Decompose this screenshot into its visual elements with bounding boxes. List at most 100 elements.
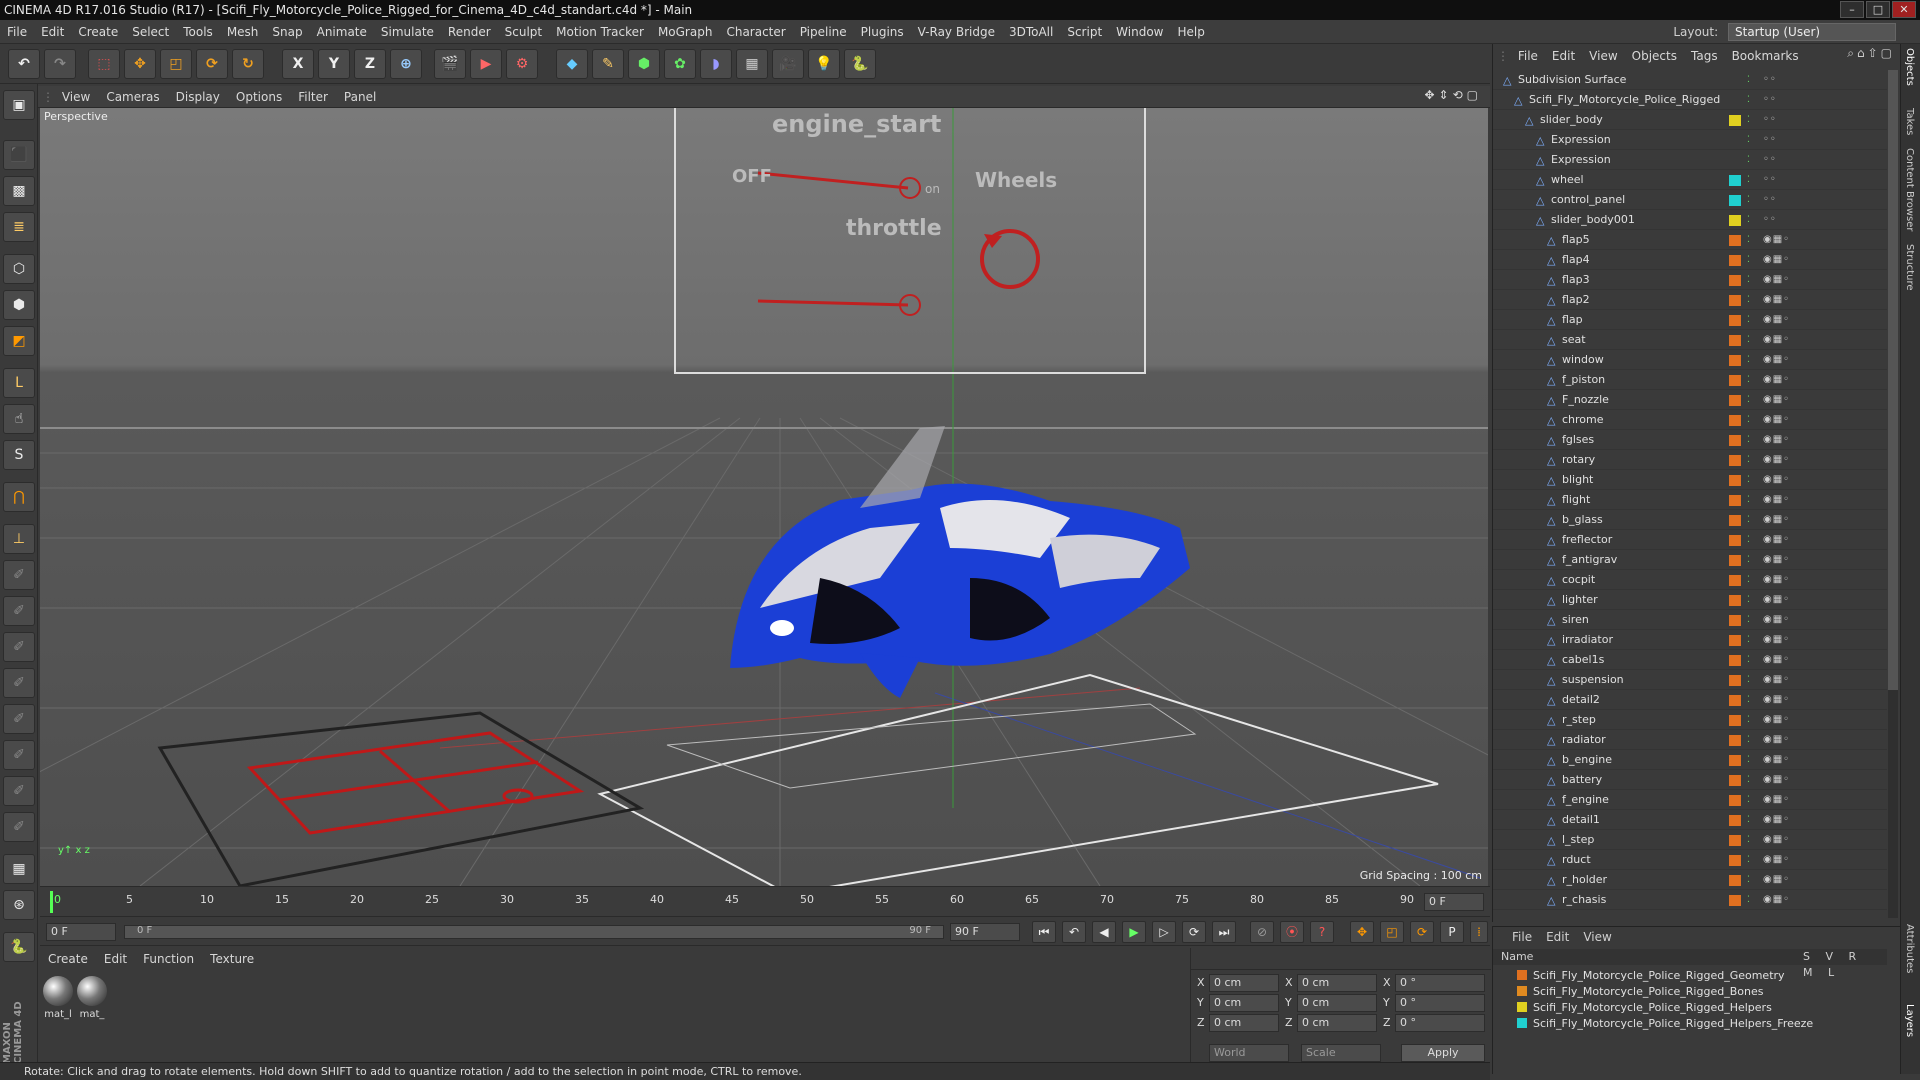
layer-color-swatch[interactable] [1729,375,1741,386]
perspective-viewport[interactable]: engine_start OFF on Wheels throttle Pers… [40,108,1488,886]
pos-z-field[interactable]: 0 cm [1209,1014,1279,1032]
visibility-dots-icon[interactable]: ⁚ [1747,150,1750,170]
scrollbar-thumb[interactable] [1888,70,1898,690]
objects-menu-tags[interactable]: Tags [1684,46,1725,66]
object-row[interactable]: △ Subdivision Surface ⁚ ◦◦ [1493,70,1887,90]
object-row[interactable]: △ F_nozzle ⁚ ◉▦◦ [1493,390,1887,410]
visibility-dots-icon[interactable]: ⁚ [1747,630,1750,650]
visibility-dots-icon[interactable]: ⁚ [1747,310,1750,330]
visibility-dots-icon[interactable]: ⁚ [1747,770,1750,790]
layer-color-swatch[interactable] [1729,315,1741,326]
size-x-field[interactable]: 0 cm [1297,974,1377,992]
motion-path-icon[interactable]: ⊘ [1250,921,1274,943]
tag-icons[interactable]: ◦◦ [1763,153,1853,167]
object-row[interactable]: △ irradiator ⁚ ◉▦◦ [1493,630,1887,650]
viewport-menu-panel[interactable]: Panel [336,86,384,108]
layer-row[interactable]: Scifi_Fly_Motorcycle_Police_Rigged_Bones [1517,985,1877,999]
object-row[interactable]: △ f_antigrav ⁚ ◉▦◦ [1493,550,1887,570]
object-row[interactable]: △ lighter ⁚ ◉▦◦ [1493,590,1887,610]
tag-icons[interactable]: ◉▦◦ [1763,533,1853,547]
object-row[interactable]: △ slider_body001 ⁚ ◦◦ [1493,210,1887,230]
tag-icons[interactable]: ◉▦◦ [1763,573,1853,587]
object-row[interactable]: △ r_step ⁚ ◉▦◦ [1493,710,1887,730]
layer-color-swatch[interactable] [1729,715,1741,726]
deformer-icon[interactable]: ◗ [700,49,732,79]
move-icon[interactable]: ✥ [124,49,156,79]
layer-color-swatch[interactable] [1729,395,1741,406]
tag-icons[interactable]: ◉▦◦ [1763,273,1853,287]
autokey-icon[interactable]: ? [1310,921,1334,943]
layer-color-swatch[interactable] [1729,455,1741,466]
menu-help[interactable]: Help [1170,20,1211,44]
object-row[interactable]: △ flap2 ⁚ ◉▦◦ [1493,290,1887,310]
tag-icons[interactable]: ◉▦◦ [1763,253,1853,267]
tag-icons[interactable]: ◉▦◦ [1763,873,1853,887]
material-menu-create[interactable]: Create [40,948,96,970]
object-row[interactable]: △ chrome ⁚ ◉▦◦ [1493,410,1887,430]
visibility-dots-icon[interactable]: ⁚ [1747,690,1750,710]
y-axis-lock-button[interactable]: Y [318,49,350,79]
layer-color-swatch[interactable] [1729,295,1741,306]
layer-color-swatch[interactable] [1729,755,1741,766]
pen-icon[interactable]: ✎ [592,49,624,79]
viewport-menu-options[interactable]: Options [228,86,290,108]
visibility-dots-icon[interactable]: ⁚ [1747,410,1750,430]
previous-key-icon[interactable]: ↶ [1062,921,1086,943]
layer-color-swatch[interactable] [1729,615,1741,626]
visibility-dots-icon[interactable]: ⁚ [1747,230,1750,250]
menu-file[interactable]: File [0,20,34,44]
key-scale-icon[interactable]: ◰ [1380,921,1404,943]
tag-icons[interactable]: ◦◦ [1763,213,1853,227]
record-icon[interactable]: ⦿ [1280,921,1304,943]
layer-color-swatch[interactable] [1729,735,1741,746]
tweak-icon[interactable]: ☝ [3,404,35,434]
layer-color-swatch[interactable] [1729,795,1741,806]
live-selection-icon[interactable]: ⬚ [88,49,120,79]
edges-mode-icon[interactable]: ⬢ [3,290,35,320]
tab-layers[interactable]: Layers [1904,1004,1915,1037]
visibility-dots-icon[interactable]: ⁚ [1747,710,1750,730]
object-row[interactable]: △ detail2 ⁚ ◉▦◦ [1493,690,1887,710]
menu-3dtoall[interactable]: 3DToAll [1002,20,1060,44]
close-button[interactable]: ✕ [1892,1,1916,18]
play-icon[interactable]: ▶ [1122,921,1146,943]
sculpt-brush-3-icon[interactable]: ✐ [3,632,35,662]
object-row[interactable]: △ siren ⁚ ◉▦◦ [1493,610,1887,630]
tag-icons[interactable]: ◉▦◦ [1763,553,1853,567]
layers-menu-file[interactable]: File [1505,930,1539,944]
material-menu-function[interactable]: Function [135,948,202,970]
object-scrollbar[interactable] [1888,70,1898,918]
tag-icons[interactable]: ◉▦◦ [1763,393,1853,407]
render-to-picture-viewer-icon[interactable]: ▶ [470,49,502,79]
tab-objects[interactable]: Objects [1904,48,1915,86]
layer-color-swatch[interactable] [1729,535,1741,546]
menu-snap[interactable]: Snap [265,20,309,44]
z-axis-lock-button[interactable]: Z [354,49,386,79]
object-row[interactable]: △ l_step ⁚ ◉▦◦ [1493,830,1887,850]
menu-script[interactable]: Script [1060,20,1109,44]
object-row[interactable]: △ flap3 ⁚ ◉▦◦ [1493,270,1887,290]
objects-menu-file[interactable]: File [1511,46,1545,66]
playhead[interactable] [50,891,53,913]
x-axis-lock-button[interactable]: X [282,49,314,79]
layer-color-swatch[interactable] [1729,595,1741,606]
menu-edit[interactable]: Edit [34,20,71,44]
objects-menu-objects[interactable]: Objects [1625,46,1684,66]
menu-tools[interactable]: Tools [176,20,220,44]
layer-color-swatch[interactable] [1729,415,1741,426]
tag-icons[interactable]: ◉▦◦ [1763,673,1853,687]
object-row[interactable]: △ seat ⁚ ◉▦◦ [1493,330,1887,350]
visibility-dots-icon[interactable]: ⁚ [1747,330,1750,350]
menu-window[interactable]: Window [1109,20,1170,44]
axis-mode-button[interactable]: L [3,368,35,398]
camera-icon[interactable]: 🎥 [772,49,804,79]
object-row[interactable]: △ freflector ⁚ ◉▦◦ [1493,530,1887,550]
maximize-button[interactable]: □ [1866,1,1890,18]
menu-motion-tracker[interactable]: Motion Tracker [549,20,651,44]
apply-button[interactable]: Apply [1401,1044,1485,1062]
object-row[interactable]: △ Expression ⁚ ◦◦ [1493,130,1887,150]
visibility-dots-icon[interactable]: ⁚ [1747,270,1750,290]
layer-color-swatch[interactable] [1729,895,1741,906]
object-row[interactable]: △ flap5 ⁚ ◉▦◦ [1493,230,1887,250]
tag-icons[interactable]: ◉▦◦ [1763,313,1853,327]
